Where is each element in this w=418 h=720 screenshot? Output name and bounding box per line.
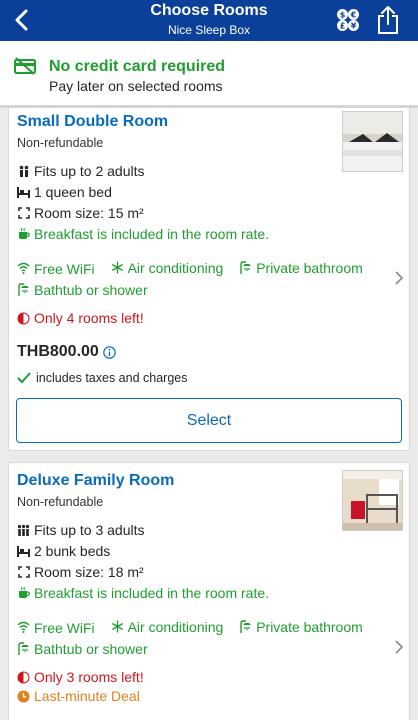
wifi-icon [17, 262, 30, 275]
chevron-right-icon[interactable] [393, 639, 405, 655]
no-card-headline: No credit card required [49, 58, 226, 75]
wifi-icon [17, 621, 30, 634]
bed-row: 1 queen bed [17, 183, 112, 201]
currency-button[interactable]: $ € £ ¥ [336, 8, 360, 32]
breakfast-row: Breakfast is included in the room rate. [17, 584, 269, 602]
room-size-icon [17, 207, 30, 220]
room-photo-image [343, 471, 402, 530]
room-card[interactable]: Small Double Room Non-refundable Fits up… [8, 108, 410, 451]
taxes-text: includes taxes and charges [36, 371, 188, 385]
price-text: THB800.00 [17, 343, 99, 360]
bed-icon [17, 186, 30, 199]
amenity-private-bathroom: Private bathroom [239, 616, 363, 637]
availability-text: Only 4 rooms left! [34, 310, 144, 326]
availability-row: Only 3 rooms left! [17, 668, 144, 686]
room-card[interactable]: Deluxe Family Room Non-refundable Fits u… [8, 462, 410, 720]
svg-text:€: € [350, 11, 357, 20]
amenity-air-conditioning: Air conditioning [111, 257, 223, 278]
room-title[interactable]: Small Double Room [17, 113, 168, 131]
occupancy-text: Fits up to 2 adults [34, 163, 145, 179]
people-icon [17, 165, 30, 178]
shower-icon [239, 620, 252, 633]
urgency-icon [17, 671, 30, 684]
occupancy-text: Fits up to 3 adults [34, 522, 145, 538]
bed-row: 2 bunk beds [17, 542, 110, 560]
breakfast-row: Breakfast is included in the room rate. [17, 225, 269, 243]
amenity-bathtub-shower: Bathtub or shower [17, 279, 148, 300]
svg-text:£: £ [340, 22, 346, 31]
clock-icon [17, 690, 30, 703]
payment-banner: No credit card required Pay later on sel… [0, 41, 418, 105]
urgency-icon [17, 312, 30, 325]
taxes-row: includes taxes and charges [17, 371, 187, 385]
checkmark-icon [17, 372, 31, 384]
amenity-private-bathroom: Private bathroom [239, 257, 363, 278]
snowflake-icon [111, 620, 124, 633]
amenities-list[interactable]: Free WiFi Air conditioning Private bathr… [17, 616, 387, 659]
shower-icon [239, 261, 252, 274]
svg-text:¥: ¥ [351, 22, 357, 31]
amenity-air-conditioning: Air conditioning [111, 616, 223, 637]
snowflake-icon [111, 261, 124, 274]
room-photo-image [343, 112, 402, 171]
room-photo[interactable] [342, 470, 403, 531]
currency-icon: $ € £ ¥ [337, 9, 359, 31]
coffee-cup-icon [17, 587, 30, 600]
shower-icon [17, 283, 30, 296]
info-icon[interactable] [103, 345, 116, 359]
bed-text: 1 queen bed [34, 184, 112, 200]
price-row: THB800.00 [17, 343, 116, 361]
chevron-right-icon[interactable] [393, 270, 405, 286]
deal-row: Last-minute Deal [17, 687, 140, 705]
no-credit-card-icon [14, 57, 36, 75]
pay-later-text: Pay later on selected rooms [49, 78, 223, 94]
size-text: Room size: 18 m² [34, 564, 144, 580]
svg-text:$: $ [340, 11, 346, 20]
amenities-list[interactable]: Free WiFi Air conditioning Private bathr… [17, 257, 387, 300]
availability-text: Only 3 rooms left! [34, 669, 144, 685]
breakfast-text: Breakfast is included in the room rate. [34, 585, 270, 601]
deal-text: Last-minute Deal [34, 688, 140, 704]
refund-policy: Non-refundable [17, 136, 104, 150]
bed-text: 2 bunk beds [34, 543, 111, 559]
room-title[interactable]: Deluxe Family Room [17, 472, 174, 490]
people-icon [17, 524, 30, 537]
size-row: Room size: 18 m² [17, 563, 144, 581]
share-icon [378, 6, 398, 34]
shower-icon [17, 642, 30, 655]
occupancy-row: Fits up to 3 adults [17, 521, 145, 539]
app-header: Choose Rooms Nice Sleep Box $ € £ ¥ [0, 0, 418, 41]
amenity-bathtub-shower: Bathtub or shower [17, 638, 148, 659]
refund-policy: Non-refundable [17, 495, 104, 509]
bed-icon [17, 545, 30, 558]
coffee-cup-icon [17, 228, 30, 241]
amenity-wifi: Free WiFi [17, 617, 95, 638]
amenity-wifi: Free WiFi [17, 258, 95, 279]
select-room-button[interactable]: Select [16, 398, 402, 443]
share-button[interactable] [377, 5, 399, 35]
breakfast-text: Breakfast is included in the room rate. [34, 226, 270, 242]
availability-row: Only 4 rooms left! [17, 309, 144, 327]
occupancy-row: Fits up to 2 adults [17, 162, 145, 180]
room-photo[interactable] [342, 111, 403, 172]
room-size-icon [17, 566, 30, 579]
size-text: Room size: 15 m² [34, 205, 144, 221]
size-row: Room size: 15 m² [17, 204, 144, 222]
